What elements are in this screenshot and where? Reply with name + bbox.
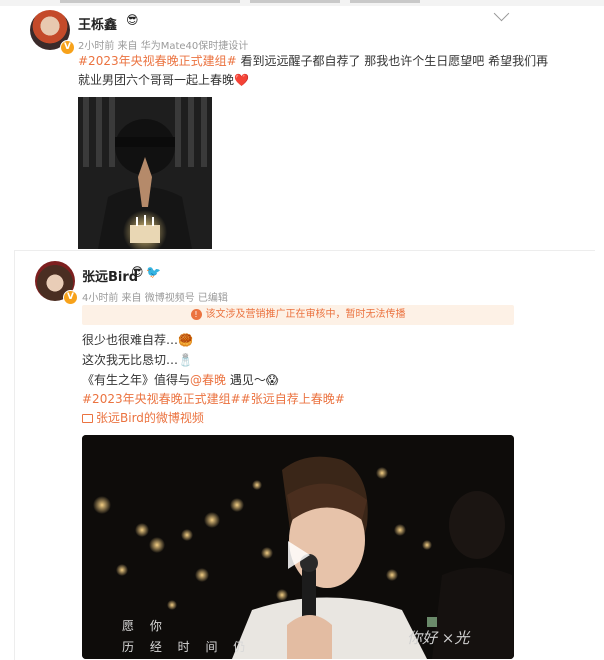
post-meta: 4小时前 来自 微博视频号 已编辑 — [82, 293, 228, 304]
video-player[interactable]: 愿 你 历 经 时 间 仍 你好 ×光 — [82, 435, 514, 659]
verified-badge-icon: V — [63, 290, 78, 305]
post-text: 就业男团六个哥哥一起上春晚 — [78, 73, 235, 87]
bird-badge-icon: 🐦 — [146, 265, 161, 279]
post-text: 很少也很难自荐… — [82, 333, 179, 347]
smiley-badge-icon: 😎 — [126, 13, 139, 27]
warning-icon: ! — [190, 308, 202, 320]
video-link-text[interactable]: 张远Bird的微博视频 — [96, 411, 204, 425]
praying-person-photo — [78, 97, 212, 249]
subtitle-line-2: 历 经 时 间 仍 — [122, 640, 252, 654]
post-meta: 2小时前 来自 华为Mate40保时捷设计 — [78, 41, 249, 52]
video-watermark: 你好 ×光 — [407, 629, 470, 647]
heart-emoji: ❤️ — [234, 73, 249, 87]
bottle-emoji: 🧂 — [178, 353, 193, 367]
review-notice-banner: ! 该文涉及营销推广正在审核中，暂时无法传播 — [82, 305, 514, 325]
post-author-name[interactable]: 张远Bird — [82, 266, 138, 285]
post-author-name[interactable]: 王栎鑫 — [78, 14, 117, 33]
post-text: 这次我无比恳切… — [82, 353, 179, 367]
post-text: 《有生之年》值得与 — [82, 373, 191, 387]
video-link-icon — [82, 414, 93, 423]
post-text: 遇见～ — [226, 373, 266, 387]
post-text: 看到远远醒子都自荐了 那我也许个生日愿望吧 希望我们再 — [236, 54, 549, 68]
review-notice-text: 该文涉及营销推广正在审核中，暂时无法传播 — [205, 309, 406, 320]
play-icon[interactable] — [288, 541, 310, 569]
shocked-emoji: 😱 — [265, 373, 279, 387]
mention-link[interactable]: @春晚 — [190, 373, 226, 387]
hashtag-link[interactable]: #2023年央视春晚正式建组# — [78, 54, 237, 68]
post-image[interactable] — [78, 97, 212, 249]
hashtag-link[interactable]: #2023年央视春晚正式建组##张远自荐上春晚# — [82, 392, 345, 406]
mooncake-emoji: 🥮 — [178, 333, 193, 347]
hashtags-line: #2023年央视春晚正式建组##张远自荐上春晚# — [82, 390, 345, 409]
post-text-line-1: 很少也很难自荐…🥮 — [82, 331, 193, 350]
verified-badge-icon: V — [60, 40, 75, 55]
post-text-line-2: 就业男团六个哥哥一起上春晚❤️ — [78, 71, 249, 90]
subtitle-line-1: 愿 你 — [122, 619, 168, 633]
mosaic-patch — [427, 617, 437, 627]
post-text-line-2: 这次我无比恳切…🧂 — [82, 351, 193, 370]
smiley-badge-icon: 😎 — [131, 265, 144, 279]
post-text-line-1: #2023年央视春晚正式建组# 看到远远醒子都自荐了 那我也许个生日愿望吧 希望… — [78, 52, 548, 71]
post-text-line-3: 《有生之年》值得与@春晚 遇见～😱 — [82, 371, 278, 390]
video-link[interactable]: 张远Bird的微博视频 — [82, 409, 204, 428]
